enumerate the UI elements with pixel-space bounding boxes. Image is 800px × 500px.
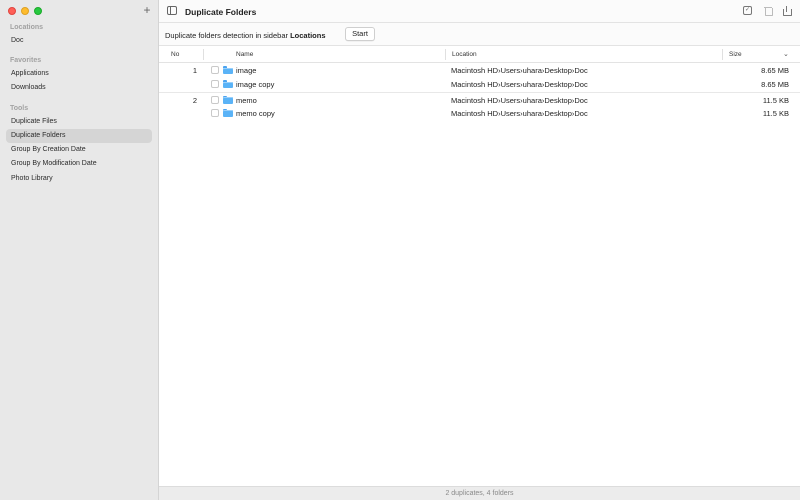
folder-location: Macintosh HD›Users›uhara›Desktop›Doc bbox=[451, 95, 588, 105]
folder-name: image copy bbox=[236, 80, 275, 90]
column-separator bbox=[203, 49, 204, 60]
folder-icon bbox=[223, 95, 233, 104]
sidebar-item-group-by-modification-date[interactable]: Group By Modification Date bbox=[6, 157, 152, 171]
sidebar-section-locations: Locations bbox=[10, 24, 44, 31]
sidebar-section-favorites: Favorites bbox=[10, 57, 42, 64]
main-pane: Duplicate Folders ✓ Duplicate folders de… bbox=[159, 0, 800, 500]
column-separator bbox=[722, 49, 723, 60]
row-checkbox[interactable] bbox=[211, 66, 219, 74]
detection-text: Duplicate folders detection in sidebar bbox=[165, 31, 291, 40]
folder-size: 8.65 MB bbox=[761, 66, 789, 75]
table-row[interactable]: image copy Macintosh HD›Users›uhara›Desk… bbox=[159, 77, 800, 91]
row-number: 1 bbox=[192, 66, 197, 75]
table-body: 1 image Macintosh HD›Users›uhara›Desktop… bbox=[159, 63, 800, 120]
folder-location: Macintosh HD›Users›uhara›Desktop›Doc bbox=[451, 66, 588, 75]
folder-size: 11.5 KB bbox=[762, 108, 789, 118]
sidebar-item-applications[interactable]: Applications bbox=[6, 67, 152, 81]
add-location-button[interactable]: + bbox=[141, 4, 153, 16]
sidebar-item-duplicate-folders[interactable]: Duplicate Folders bbox=[6, 129, 152, 143]
share-icon[interactable] bbox=[783, 6, 792, 16]
page-title: Duplicate Folders bbox=[185, 7, 257, 17]
folder-name: image bbox=[236, 66, 257, 75]
start-button[interactable]: Start bbox=[345, 27, 375, 41]
minimize-window-button[interactable] bbox=[21, 7, 29, 15]
folder-icon bbox=[223, 80, 233, 89]
folder-size: 11.5 KB bbox=[762, 95, 789, 105]
table-header: No Name Location Size ⌄ bbox=[159, 46, 800, 63]
detection-description: Duplicate folders detection in sidebar L… bbox=[165, 31, 326, 40]
title-bar: Duplicate Folders ✓ bbox=[159, 0, 800, 23]
table-row[interactable]: 1 image Macintosh HD›Users›uhara›Desktop… bbox=[159, 63, 800, 77]
row-checkbox[interactable] bbox=[211, 95, 219, 104]
status-bar: 2 duplicates, 4 folders bbox=[159, 486, 800, 500]
sidebar-item-doc[interactable]: Doc bbox=[6, 34, 152, 48]
sidebar-item-photo-library[interactable]: Photo Library bbox=[6, 172, 152, 186]
close-window-button[interactable] bbox=[8, 7, 16, 15]
folder-name: memo copy bbox=[236, 108, 275, 118]
column-header-name[interactable]: Name bbox=[236, 51, 253, 58]
sidebar-section-tools: Tools bbox=[10, 105, 29, 112]
column-header-size[interactable]: Size bbox=[729, 51, 742, 58]
detection-bar: Duplicate folders detection in sidebar L… bbox=[159, 23, 800, 46]
row-checkbox[interactable] bbox=[211, 80, 219, 89]
table-row[interactable]: memo copy Macintosh HD›Users›uhara›Deskt… bbox=[159, 106, 800, 120]
column-header-no[interactable]: No bbox=[171, 51, 179, 58]
app-window: + Locations Doc Favorites Applications D… bbox=[0, 0, 800, 500]
table-row[interactable]: 2 memo Macintosh HD›Users›uhara›Desktop›… bbox=[159, 91, 800, 106]
row-number: 2 bbox=[192, 95, 197, 105]
sidebar-toggle-icon[interactable] bbox=[167, 6, 177, 15]
zoom-window-button[interactable] bbox=[34, 7, 42, 15]
sidebar-item-duplicate-files[interactable]: Duplicate Files bbox=[6, 115, 152, 129]
sidebar-item-group-by-creation-date[interactable]: Group By Creation Date bbox=[6, 143, 152, 157]
checkmark-square-icon[interactable]: ✓ bbox=[743, 6, 752, 15]
chevron-down-icon[interactable]: ⌄ bbox=[783, 50, 789, 58]
folder-size: 8.65 MB bbox=[761, 80, 789, 90]
folder-name: memo bbox=[236, 95, 257, 105]
row-checkbox[interactable] bbox=[211, 108, 219, 117]
sidebar: + Locations Doc Favorites Applications D… bbox=[0, 0, 159, 500]
trash-icon[interactable] bbox=[764, 6, 773, 16]
column-separator bbox=[445, 49, 446, 60]
folder-location: Macintosh HD›Users›uhara›Desktop›Doc bbox=[451, 80, 588, 90]
folder-icon bbox=[223, 66, 233, 74]
column-header-location[interactable]: Location bbox=[452, 51, 477, 58]
window-controls bbox=[8, 7, 42, 15]
sidebar-item-downloads[interactable]: Downloads bbox=[6, 81, 152, 95]
folder-location: Macintosh HD›Users›uhara›Desktop›Doc bbox=[451, 108, 588, 118]
folder-icon bbox=[223, 108, 233, 117]
detection-locations-label: Locations bbox=[290, 31, 326, 40]
